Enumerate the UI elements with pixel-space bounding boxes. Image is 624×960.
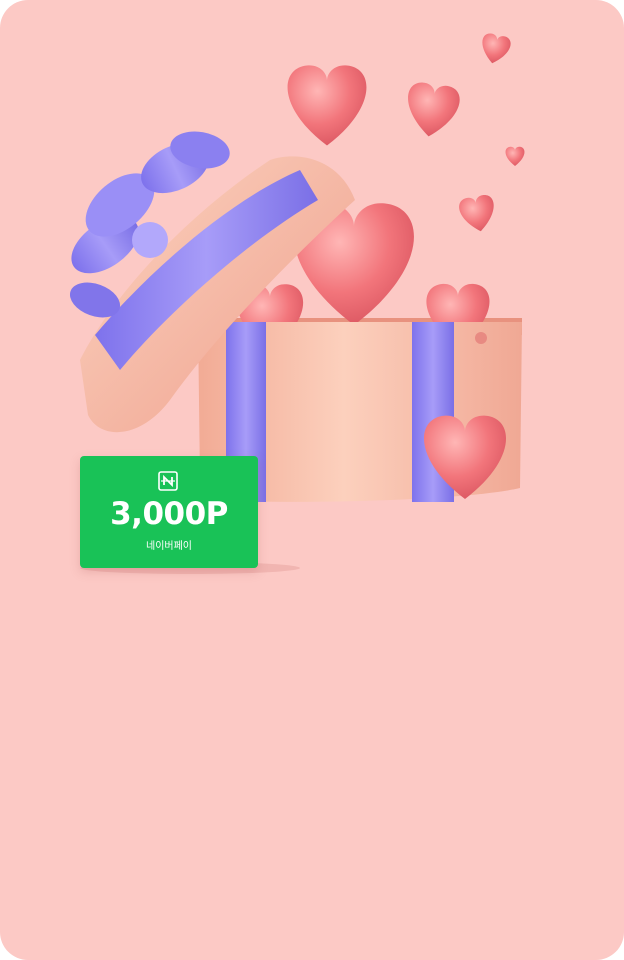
heart-icon [478, 32, 513, 67]
heart-icon [402, 80, 462, 140]
point-amount: 3,000P [110, 496, 228, 532]
promo-card: 3,000P 네이버페이 [0, 0, 624, 960]
heart-icon [287, 65, 367, 146]
heart-icon [457, 193, 498, 235]
naver-pay-point-card: 3,000P 네이버페이 [80, 456, 258, 568]
brand-label: 네이버페이 [146, 541, 192, 552]
naver-pay-n-icon [158, 471, 178, 491]
heart-icon [505, 146, 525, 166]
